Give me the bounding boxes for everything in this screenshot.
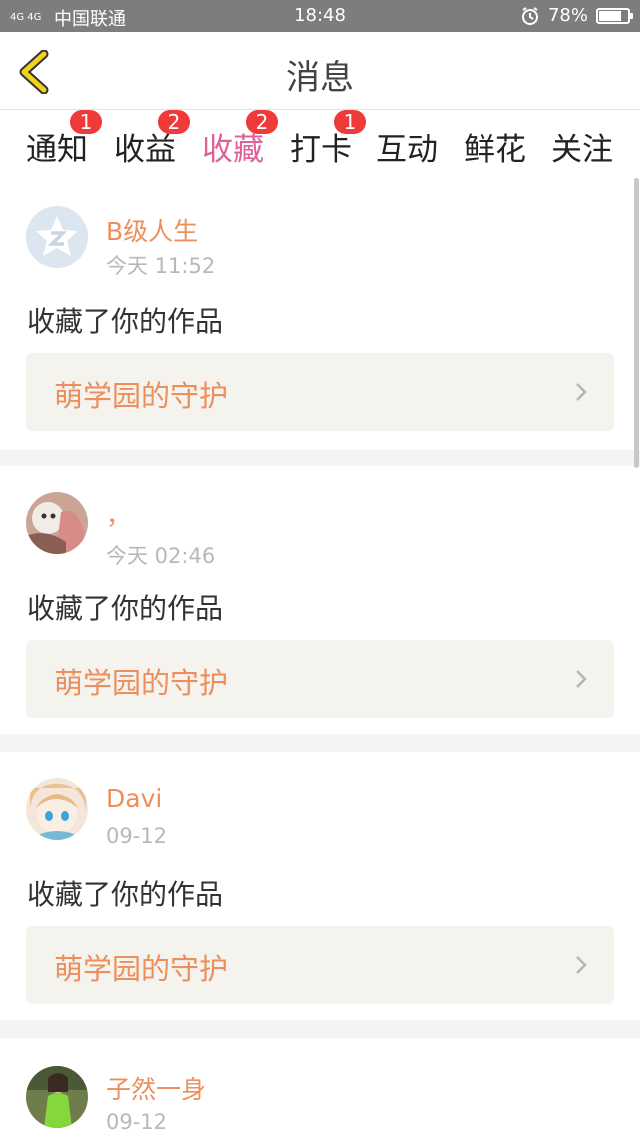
tab-checkin[interactable]: 打卡 1 — [290, 110, 366, 169]
alarm-icon — [521, 6, 538, 25]
timestamp: 今天 11:52 — [106, 254, 216, 278]
username[interactable]: 子然一身 — [106, 1070, 206, 1106]
list-item: B级人生 今天 11:52 收藏了你的作品 萌学园的守护 — [0, 174, 640, 450]
work-title: 萌学园的守护 — [54, 952, 229, 986]
user-photo-avatar — [26, 778, 88, 840]
tab-label: 鲜花 — [464, 132, 526, 168]
tab-label: 收藏 — [202, 132, 264, 168]
tab-interactions[interactable]: 互动 — [376, 124, 438, 169]
work-link[interactable]: 萌学园的守护 — [26, 926, 614, 1004]
tab-flowers[interactable]: 鲜花 — [464, 124, 526, 169]
avatar[interactable] — [26, 1066, 88, 1128]
avatar[interactable] — [26, 778, 88, 840]
tab-favorites[interactable]: 收藏 2 — [202, 110, 278, 183]
tab-following[interactable]: 关注 — [551, 124, 613, 169]
title-bar: 消息 — [0, 32, 640, 110]
battery-percent: 78% — [547, 5, 588, 26]
username[interactable]: B级人生 — [106, 212, 198, 248]
default-avatar-icon — [26, 206, 88, 268]
unread-badge: 1 — [334, 110, 366, 134]
user-photo-avatar — [26, 492, 88, 554]
chevron-right-icon — [576, 383, 587, 401]
timestamp: 09-12 — [106, 1110, 168, 1134]
work-title: 萌学园的守护 — [54, 379, 229, 413]
battery-icon — [596, 7, 633, 24]
tab-label: 通知 — [26, 132, 88, 168]
tab-label: 互动 — [376, 132, 438, 168]
unread-badge: 2 — [246, 110, 278, 134]
work-title: 萌学园的守护 — [54, 666, 229, 700]
username[interactable]: Davi — [106, 784, 162, 813]
message-text: 收藏了你的作品 — [27, 305, 224, 338]
tab-label: 收益 — [114, 132, 176, 168]
unread-badge: 2 — [158, 110, 190, 134]
user-photo-avatar — [26, 1066, 88, 1128]
username[interactable]: ， — [106, 496, 131, 532]
page-title: 消息 — [286, 58, 354, 98]
list-item: 子然一身 09-12 — [0, 1038, 640, 1138]
tab-label: 打卡 — [290, 132, 352, 168]
tab-notifications[interactable]: 通知 1 — [26, 110, 102, 169]
unread-badge: 1 — [70, 110, 102, 134]
tab-bar: 通知 1 收益 2 收藏 2 打卡 1 互动 鲜花 关注 — [0, 110, 640, 183]
chevron-right-icon — [576, 956, 587, 974]
tab-earnings[interactable]: 收益 2 — [114, 110, 190, 169]
scrollbar[interactable] — [634, 178, 639, 468]
status-bar: 4G 4G 中国联通 18:48 78% — [0, 0, 640, 32]
message-text: 收藏了你的作品 — [27, 592, 224, 625]
timestamp: 今天 02:46 — [106, 544, 216, 568]
tab-label: 关注 — [551, 132, 613, 168]
list-item: Davi 09-12 收藏了你的作品 萌学园的守护 — [0, 752, 640, 1020]
message-text: 收藏了你的作品 — [27, 878, 224, 911]
avatar[interactable] — [26, 492, 88, 554]
work-link[interactable]: 萌学园的守护 — [26, 640, 614, 718]
chevron-right-icon — [576, 670, 587, 688]
timestamp: 09-12 — [106, 824, 168, 848]
message-list[interactable]: B级人生 今天 11:52 收藏了你的作品 萌学园的守护 ， 今天 02:46 … — [0, 174, 640, 1138]
avatar[interactable] — [26, 206, 88, 268]
work-link[interactable]: 萌学园的守护 — [26, 353, 614, 431]
list-item: ， 今天 02:46 收藏了你的作品 萌学园的守护 — [0, 466, 640, 734]
